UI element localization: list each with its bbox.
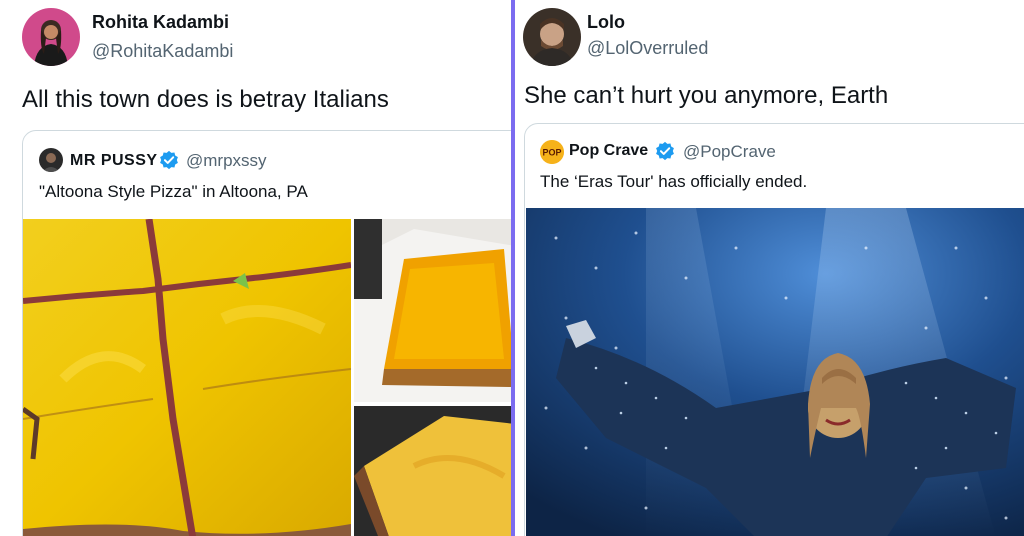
verified-badge-icon xyxy=(656,141,674,161)
quote-author-name[interactable]: MR PUSSY xyxy=(70,152,158,170)
svg-text:POP: POP xyxy=(542,148,561,158)
right-tweet: Lolo @LolOverruled She can’t hurt you an… xyxy=(515,0,1024,536)
quote-author-name[interactable]: Pop Crave xyxy=(569,142,648,160)
pizza-photo-bottom[interactable] xyxy=(354,406,511,536)
quote-text: "Altoona Style Pizza" in Altoona, PA xyxy=(39,182,308,201)
quote-tweet[interactable]: POP Pop Crave @PopCrave The ‘Eras Tour' … xyxy=(524,123,1024,536)
popcrave-logo-icon: POP xyxy=(540,140,564,164)
rohita-avatar[interactable] xyxy=(22,8,80,66)
pizza-photo-top[interactable] xyxy=(354,219,511,402)
tweet-text: All this town does is betray Italians xyxy=(22,86,389,113)
tweet-text: She can’t hurt you anymore, Earth xyxy=(524,82,889,109)
left-tweet: Rohita Kadambi @RohitaKadambi All this t… xyxy=(0,0,511,536)
author-name[interactable]: Rohita Kadambi xyxy=(92,12,229,33)
lolo-avatar[interactable] xyxy=(523,8,581,66)
author-handle[interactable]: @LolOverruled xyxy=(587,38,708,59)
author-name[interactable]: Lolo xyxy=(587,12,625,33)
mrpussy-avatar xyxy=(39,148,63,172)
author-handle[interactable]: @RohitaKadambi xyxy=(92,41,233,62)
quote-author-handle[interactable]: @PopCrave xyxy=(683,142,776,162)
concert-photo[interactable] xyxy=(526,208,1024,536)
quote-tweet[interactable]: MR PUSSY @mrpxssy "Altoona Style Pizza" … xyxy=(22,130,511,536)
verified-badge-icon xyxy=(160,150,178,170)
quote-text: The ‘Eras Tour' has officially ended. xyxy=(540,172,808,191)
quote-author-handle[interactable]: @mrpxssy xyxy=(186,151,267,171)
pizza-photo-main[interactable] xyxy=(23,219,351,536)
